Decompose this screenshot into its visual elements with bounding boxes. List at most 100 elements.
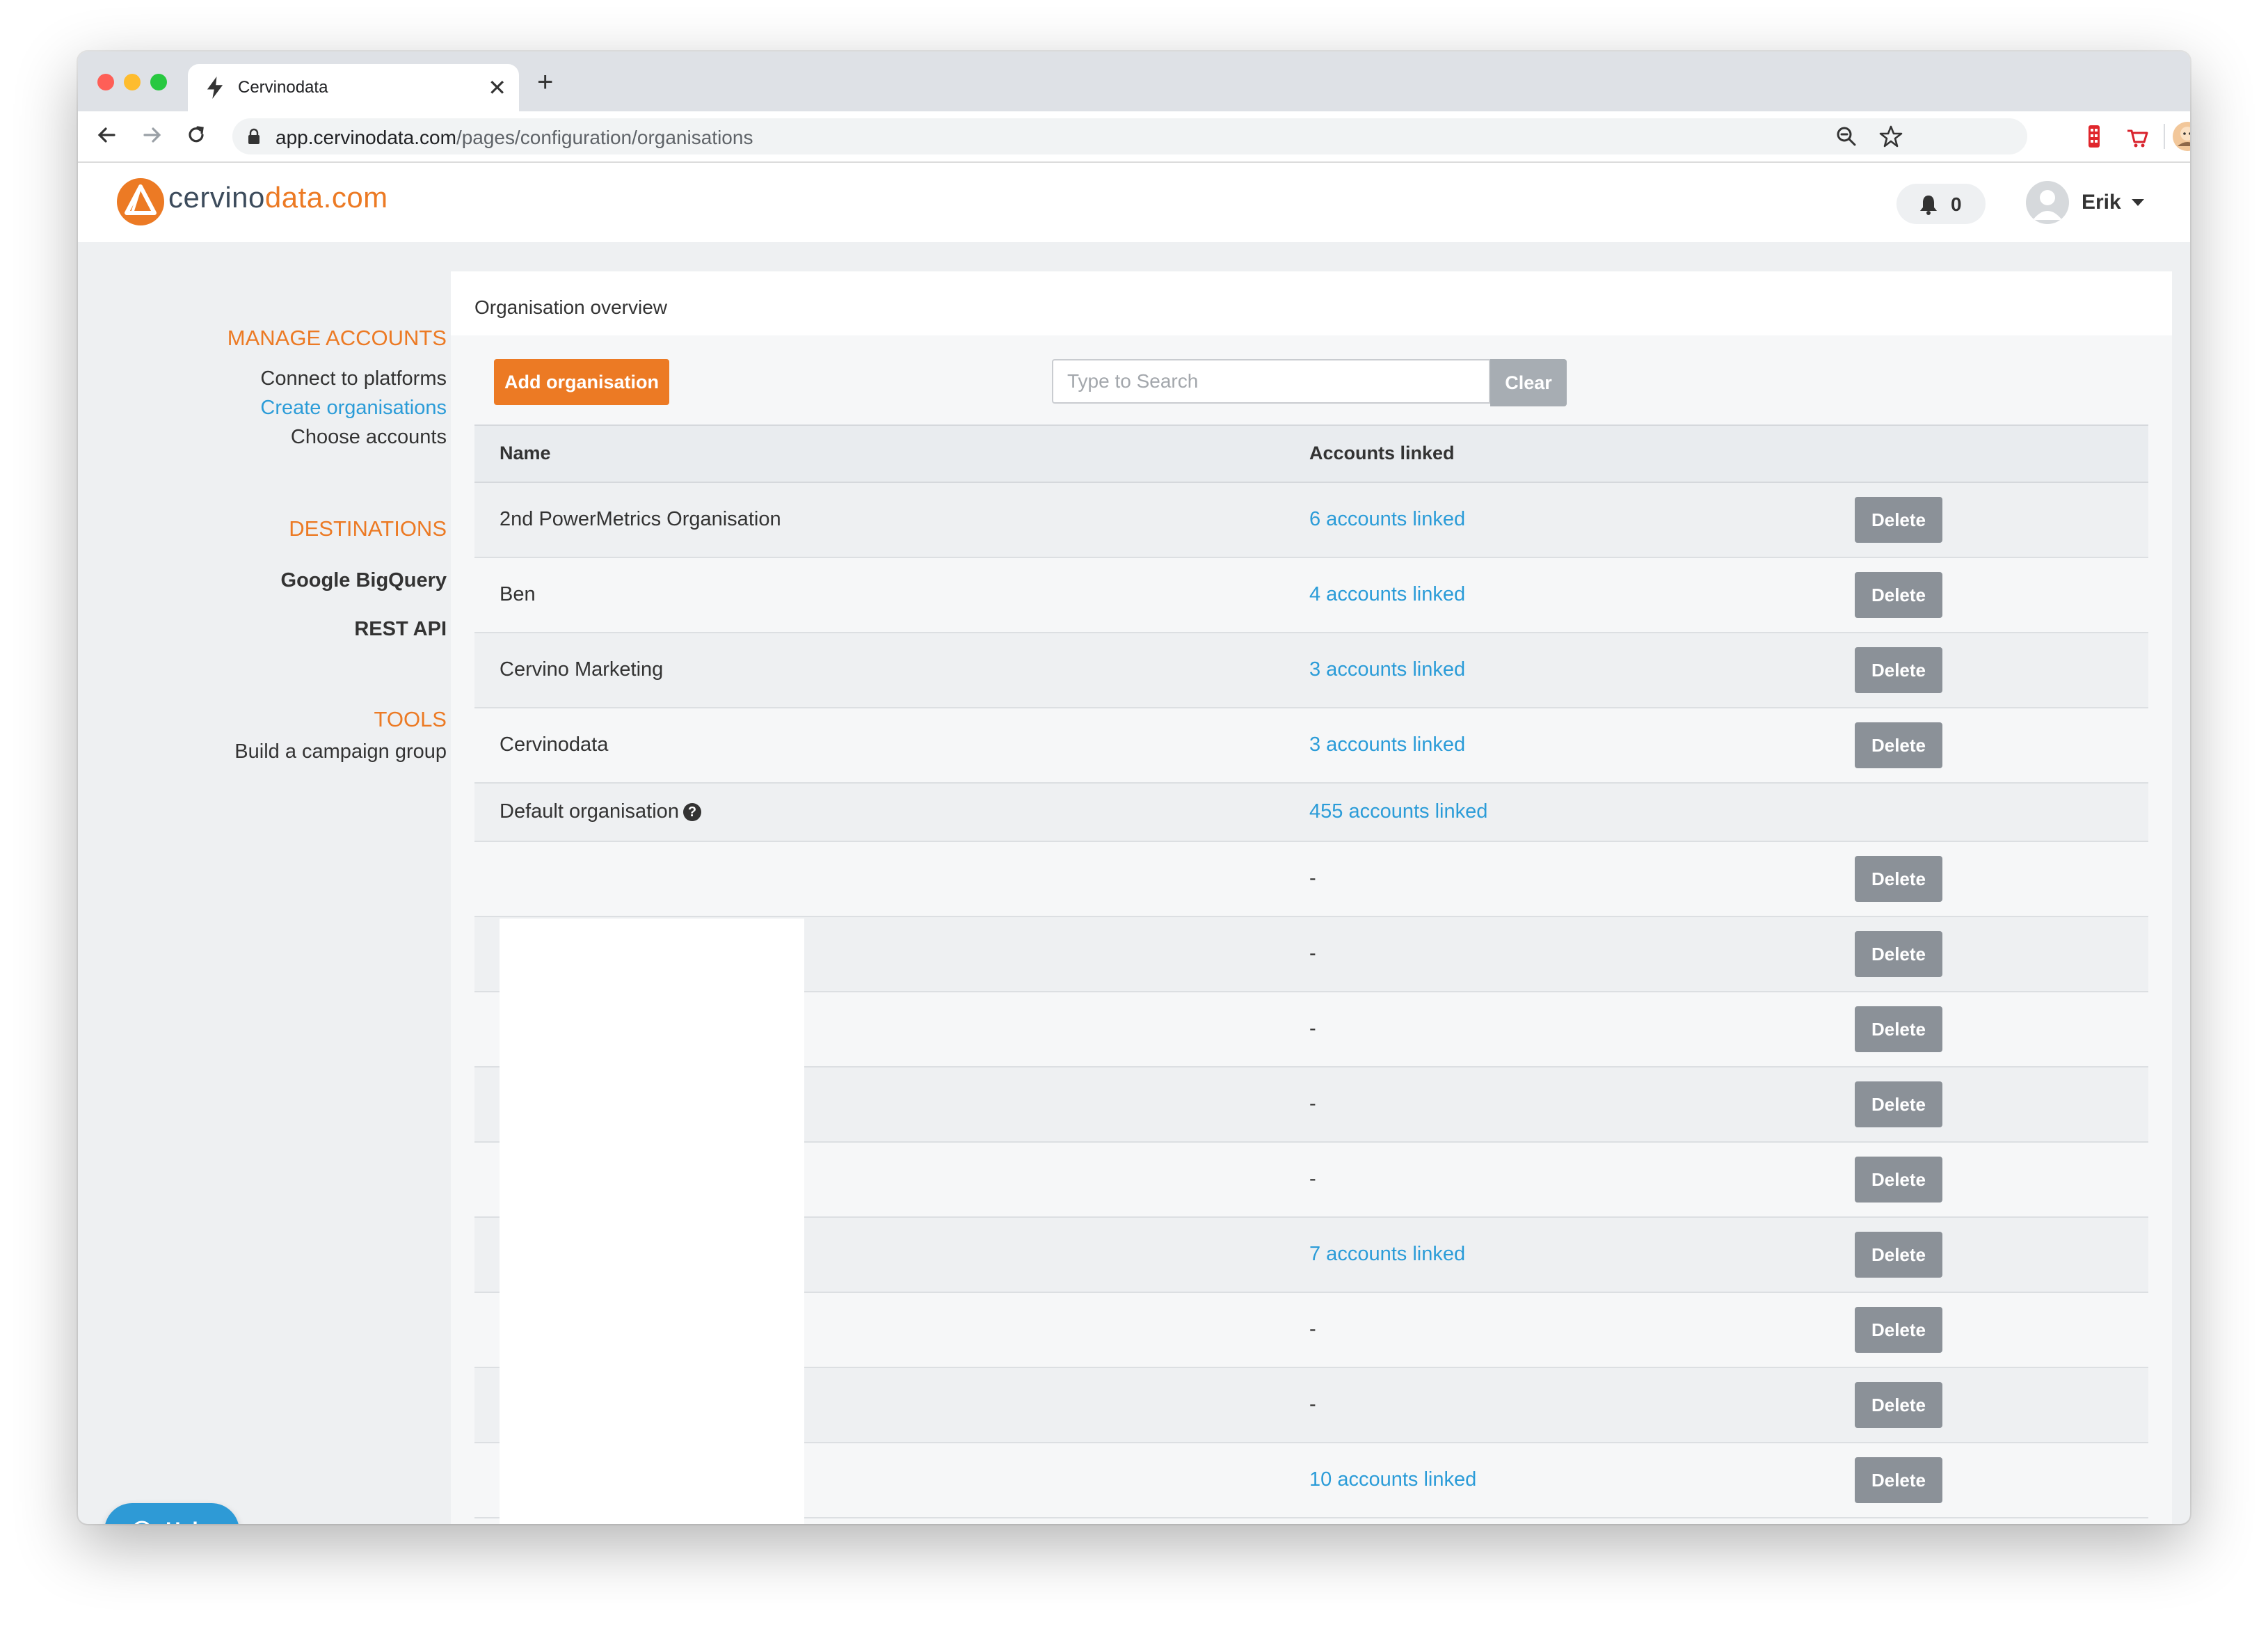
organisation-name-text: Cervino Marketing <box>500 658 664 681</box>
add-organisation-button[interactable]: Add organisation <box>494 359 669 405</box>
sidebar-item-create-organisations[interactable]: Create organisations <box>99 397 447 420</box>
table-row: Ben 4 accounts linked Delete <box>474 558 2148 633</box>
delete-organisation-button[interactable]: Delete <box>1855 1157 1942 1203</box>
close-tab-icon[interactable]: ✕ <box>488 74 506 102</box>
sidebar-item-build-campaign-group[interactable]: Build a campaign group <box>99 740 447 763</box>
delete-organisation-button[interactable]: Delete <box>1855 1307 1942 1353</box>
organisation-name-text: Cervinodata <box>500 733 609 756</box>
organisation-name: Ben <box>500 583 536 606</box>
url-path: /pages/configuration/organisations <box>456 127 753 148</box>
delete-organisation-button[interactable]: Delete <box>1855 1382 1942 1428</box>
help-label: Help <box>166 1518 211 1524</box>
accounts-linked-empty: - <box>1309 1393 1316 1415</box>
organisation-name: Default organisation? <box>500 800 701 823</box>
column-header-name: Name <box>500 443 551 463</box>
bolt-icon <box>207 77 223 99</box>
minimize-window-button[interactable] <box>124 74 141 90</box>
user-menu-caret-icon[interactable] <box>2132 199 2144 206</box>
tab-title: Cervinodata <box>238 78 328 97</box>
bell-icon <box>1920 196 1937 215</box>
redacted-area <box>500 919 804 1524</box>
search-input[interactable] <box>1052 359 1490 404</box>
delete-organisation-button[interactable]: Delete <box>1855 572 1942 618</box>
cervinodata-logo-icon[interactable] <box>115 177 166 227</box>
logo-text-part2: data.com <box>264 181 388 214</box>
address-bar[interactable]: app.cervinodata.com/pages/configuration/… <box>232 118 2027 154</box>
extension-cart-icon[interactable] <box>2123 122 2151 150</box>
delete-organisation-button[interactable]: Delete <box>1855 722 1942 768</box>
table-row: - Delete <box>474 842 2148 917</box>
table-row: Default organisation? 455 accounts linked <box>474 784 2148 842</box>
browser-window: Cervinodata ✕ + app.cervinodata.com/page… <box>78 51 2190 1524</box>
lock-icon <box>248 128 259 144</box>
app-header: cervinodata.com 0 Erik <box>78 163 2190 242</box>
table-row: Cervinodata 3 accounts linked Delete <box>474 708 2148 784</box>
accounts-linked-empty: - <box>1309 942 1316 965</box>
extension-red-icon[interactable] <box>2080 122 2108 150</box>
accounts-linked-empty: - <box>1309 867 1316 889</box>
zoom-icon[interactable] <box>1832 122 1860 150</box>
close-window-button[interactable] <box>97 74 114 90</box>
table-header: Name Accounts linked <box>474 424 2148 483</box>
notifications-count: 0 <box>1951 193 1962 215</box>
manage-accounts-heading: MANAGE ACCOUNTS <box>227 326 447 350</box>
accounts-linked-link[interactable]: 3 accounts linked <box>1309 733 1465 756</box>
reload-icon[interactable] <box>182 121 210 149</box>
accounts-linked-link[interactable]: 6 accounts linked <box>1309 508 1465 531</box>
delete-organisation-button[interactable]: Delete <box>1855 1006 1942 1052</box>
url-text: app.cervinodata.com/pages/configuration/… <box>275 127 753 149</box>
maximize-window-button[interactable] <box>150 74 167 90</box>
accounts-linked-link[interactable]: 3 accounts linked <box>1309 658 1465 681</box>
new-tab-button[interactable]: + <box>537 67 553 97</box>
logo-text[interactable]: cervinodata.com <box>168 181 388 214</box>
browser-tab[interactable]: Cervinodata ✕ <box>188 64 519 111</box>
toolbar-divider <box>2164 124 2165 149</box>
delete-organisation-button[interactable]: Delete <box>1855 497 1942 543</box>
table-row: 2nd PowerMetrics Organisation 6 accounts … <box>474 483 2148 558</box>
browser-toolbar: app.cervinodata.com/pages/configuration/… <box>78 111 2190 163</box>
profile-avatar-icon[interactable] <box>2172 121 2190 152</box>
help-button[interactable]: Help <box>104 1503 239 1524</box>
delete-organisation-button[interactable]: Delete <box>1855 856 1942 902</box>
user-name[interactable]: Erik <box>2082 191 2121 214</box>
sidebar-item-choose-accounts[interactable]: Choose accounts <box>99 426 447 449</box>
delete-organisation-button[interactable]: Delete <box>1855 1457 1942 1503</box>
url-host: app.cervinodata.com <box>275 127 456 148</box>
accounts-linked-link[interactable]: 10 accounts linked <box>1309 1468 1476 1491</box>
user-silhouette-icon <box>2033 190 2062 220</box>
notifications-button[interactable]: 0 <box>1896 184 1986 224</box>
delete-organisation-button[interactable]: Delete <box>1855 1232 1942 1278</box>
column-header-accounts-linked: Accounts linked <box>1309 443 1455 463</box>
destinations-heading: DESTINATIONS <box>289 516 447 541</box>
sidebar-item-rest-api[interactable]: REST API <box>99 618 447 641</box>
clear-search-button[interactable]: Clear <box>1490 359 1567 406</box>
organisation-name-text: 2nd PowerMetrics Organisation <box>500 508 781 530</box>
organisation-name-text: Default organisation <box>500 800 679 823</box>
tools-heading: TOOLS <box>374 707 447 731</box>
delete-organisation-button[interactable]: Delete <box>1855 1081 1942 1127</box>
tab-bar: Cervinodata ✕ + <box>78 51 2190 111</box>
question-circle-icon <box>134 1521 150 1524</box>
default-organisation-help-icon[interactable]: ? <box>682 803 701 822</box>
accounts-linked-link[interactable]: 4 accounts linked <box>1309 583 1465 606</box>
bookmark-star-icon[interactable] <box>1877 122 1905 150</box>
forward-icon[interactable] <box>138 121 166 149</box>
delete-organisation-button[interactable]: Delete <box>1855 931 1942 977</box>
delete-organisation-button[interactable]: Delete <box>1855 647 1942 693</box>
accounts-linked-link[interactable]: 7 accounts linked <box>1309 1243 1465 1266</box>
logo-text-part1: cervino <box>168 181 265 214</box>
accounts-linked-link[interactable]: 455 accounts linked <box>1309 800 1487 823</box>
accounts-linked-empty: - <box>1309 1017 1316 1040</box>
page-title: Organisation overview <box>474 296 668 318</box>
organisation-name: Cervino Marketing <box>500 658 663 681</box>
accounts-linked-empty: - <box>1309 1168 1316 1190</box>
sidebar-item-google-bigquery[interactable]: Google BigQuery <box>99 569 447 592</box>
accounts-linked-empty: - <box>1309 1318 1316 1340</box>
accounts-linked-empty: - <box>1309 1093 1316 1115</box>
sidebar: MANAGE ACCOUNTS Connect to platforms Cre… <box>78 244 447 1524</box>
user-avatar[interactable] <box>2026 181 2069 224</box>
sidebar-item-connect-platforms[interactable]: Connect to platforms <box>99 367 447 390</box>
panel-header: Organisation overview <box>451 271 2172 335</box>
organisation-name: 2nd PowerMetrics Organisation <box>500 508 781 531</box>
back-icon[interactable] <box>93 121 121 149</box>
